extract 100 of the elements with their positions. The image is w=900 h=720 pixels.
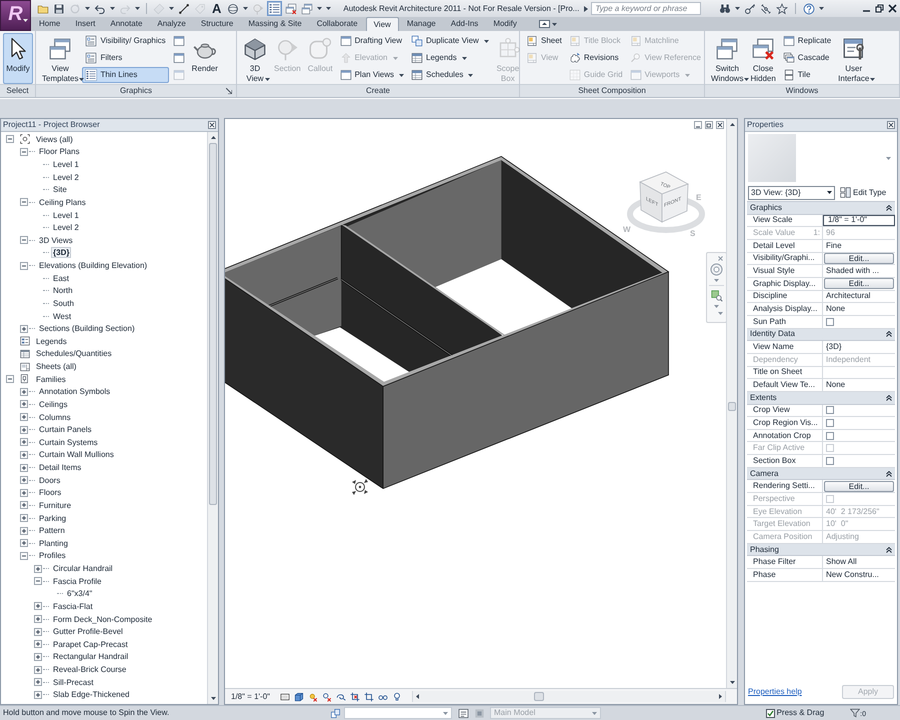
tree-toggle-icon[interactable] bbox=[6, 135, 14, 144]
tree-toggle-icon[interactable] bbox=[20, 438, 28, 446]
tree-item[interactable]: 6"x3/4" bbox=[65, 588, 94, 600]
dotted-box-icon[interactable] bbox=[280, 692, 290, 702]
tree-toggle-icon[interactable] bbox=[20, 514, 28, 522]
tree-item[interactable]: Parapet Cap-Precast bbox=[51, 638, 130, 650]
text-tool-button[interactable]: A bbox=[210, 2, 224, 15]
tree-item[interactable]: Rectangular Handrail bbox=[51, 651, 130, 662]
edit-button[interactable]: Edit... bbox=[824, 278, 894, 290]
tree-item[interactable]: Gutter Profile-Bevel bbox=[51, 626, 125, 638]
collapse-icon[interactable] bbox=[886, 331, 892, 338]
tree-item[interactable]: Sections (Building Section) bbox=[37, 323, 137, 334]
sphere-icon[interactable] bbox=[227, 2, 240, 14]
tree-item[interactable]: Views (all) bbox=[34, 134, 75, 145]
close-icon[interactable] bbox=[887, 121, 895, 129]
light-bulb-icon[interactable] bbox=[392, 692, 402, 702]
binoculars-icon[interactable] bbox=[719, 2, 732, 14]
ribbon-tab[interactable]: Annotate bbox=[103, 17, 150, 31]
tree-item[interactable]: Families bbox=[34, 374, 68, 385]
collapse-icon[interactable] bbox=[886, 204, 892, 211]
scrollbar-thumb[interactable] bbox=[209, 143, 217, 505]
ribbon-tab[interactable]: Add-Ins bbox=[444, 17, 486, 31]
ribbon-tab[interactable]: View bbox=[366, 17, 399, 31]
tree-item[interactable]: Slab Edge-Thickened bbox=[51, 689, 132, 700]
ribbon-button[interactable]: Thin Lines bbox=[82, 67, 169, 83]
tree-toggle-icon[interactable] bbox=[20, 464, 28, 472]
circle-x-icon[interactable] bbox=[322, 692, 332, 702]
ribbon-button[interactable]: Filters bbox=[82, 50, 169, 66]
search-field[interactable]: Type a keyword or phrase bbox=[591, 2, 702, 15]
cube-icon[interactable] bbox=[294, 692, 304, 702]
scroll-right-icon[interactable] bbox=[719, 694, 722, 699]
tree-toggle-icon[interactable] bbox=[20, 476, 28, 484]
minimize-icon[interactable] bbox=[694, 121, 702, 129]
tree-item[interactable]: Circular Handrail bbox=[51, 563, 115, 574]
ribbon-tab[interactable]: Manage bbox=[400, 17, 443, 31]
close-icon[interactable] bbox=[716, 121, 724, 129]
type-selector-dropdown[interactable]: 3D View: {3D} bbox=[748, 186, 835, 200]
zoom-icon[interactable] bbox=[710, 290, 722, 302]
group-header[interactable]: Extents bbox=[750, 392, 777, 403]
collapse-icon[interactable] bbox=[886, 546, 892, 553]
window-pair-icon[interactable] bbox=[301, 2, 314, 14]
tree-item[interactable]: Sill-Precast bbox=[51, 676, 96, 688]
tree-toggle-icon[interactable] bbox=[20, 388, 28, 396]
tree-item[interactable]: Furniture bbox=[37, 500, 74, 511]
tree-toggle-icon[interactable] bbox=[6, 375, 14, 384]
tree-toggle-icon[interactable] bbox=[34, 666, 42, 674]
tree-toggle-icon[interactable] bbox=[34, 640, 42, 648]
tree-toggle-icon[interactable] bbox=[20, 400, 28, 408]
ribbon-button[interactable]: Close Hidden bbox=[747, 33, 779, 84]
caret-right-icon[interactable] bbox=[584, 6, 588, 12]
tree-toggle-icon[interactable] bbox=[34, 602, 42, 610]
tree-item[interactable]: Level 2 bbox=[51, 222, 81, 234]
checkbox[interactable] bbox=[826, 456, 834, 465]
ribbon-tab[interactable]: Modify bbox=[486, 17, 524, 31]
folder-icon[interactable] bbox=[37, 2, 49, 14]
ribbon-button[interactable]: Drafting View bbox=[336, 33, 408, 49]
tree-toggle-icon[interactable] bbox=[20, 539, 28, 548]
close-icon[interactable] bbox=[208, 121, 216, 129]
overlapping-squares-icon[interactable] bbox=[330, 708, 341, 718]
close-icon[interactable] bbox=[888, 4, 897, 13]
tree-toggle-icon[interactable] bbox=[20, 426, 28, 434]
tree-item[interactable]: Sheets (all) bbox=[34, 361, 78, 372]
tree-item[interactable]: Curtain Panels bbox=[37, 424, 94, 436]
tree-toggle-icon[interactable] bbox=[34, 690, 42, 699]
tree-toggle-icon[interactable] bbox=[34, 564, 42, 573]
ribbon-button[interactable]: Visibility/ Graphics bbox=[82, 33, 169, 49]
collapse-icon[interactable] bbox=[886, 394, 892, 401]
tree-toggle-icon[interactable] bbox=[20, 236, 28, 244]
tree-item[interactable]: Site bbox=[51, 184, 69, 196]
edit-button[interactable]: Edit... bbox=[824, 480, 894, 492]
tree-item[interactable]: Curtain Wall Mullions bbox=[37, 449, 116, 460]
tree-toggle-icon[interactable] bbox=[20, 148, 28, 156]
tree-toggle-icon[interactable] bbox=[20, 198, 28, 206]
tree-toggle-icon[interactable] bbox=[34, 678, 42, 686]
window-icon[interactable] bbox=[172, 52, 185, 64]
checkbox[interactable] bbox=[826, 406, 834, 414]
tree-toggle-icon[interactable] bbox=[20, 262, 28, 270]
tree-item[interactable]: North bbox=[51, 285, 75, 296]
tree-item[interactable]: Floors bbox=[37, 487, 64, 498]
ribbon-button[interactable]: Sheet bbox=[523, 33, 565, 49]
help-icon[interactable] bbox=[803, 2, 816, 14]
ribbon-button[interactable]: Replicate bbox=[780, 33, 834, 49]
ribbon-tab[interactable]: Structure bbox=[194, 17, 240, 31]
ribbon-button[interactable]: Modify bbox=[3, 33, 33, 84]
ribbon-button[interactable]: Duplicate View bbox=[408, 33, 492, 49]
key-icon[interactable] bbox=[744, 2, 756, 14]
ribbon-button[interactable]: Tile bbox=[780, 67, 834, 83]
tree-item[interactable]: Elevations (Building Elevation) bbox=[37, 260, 150, 272]
window-icon[interactable] bbox=[172, 35, 185, 47]
crop-x-icon[interactable] bbox=[350, 692, 360, 702]
tree-item[interactable]: Fascia Profile bbox=[51, 576, 104, 587]
ribbon-button[interactable]: View Templates bbox=[39, 33, 82, 84]
ribbon-button[interactable]: Plan Views bbox=[336, 67, 408, 83]
tree-item[interactable]: Profiles bbox=[37, 550, 68, 562]
checkbox-label[interactable]: Press & Drag bbox=[776, 707, 824, 719]
tree-item[interactable]: Parking bbox=[37, 512, 68, 524]
ribbon-button[interactable]: Switch Windows bbox=[708, 33, 746, 84]
tree-item[interactable]: Detail Items bbox=[37, 462, 84, 474]
scroll-up-icon[interactable] bbox=[210, 136, 216, 139]
tree-item[interactable]: East bbox=[51, 272, 72, 284]
